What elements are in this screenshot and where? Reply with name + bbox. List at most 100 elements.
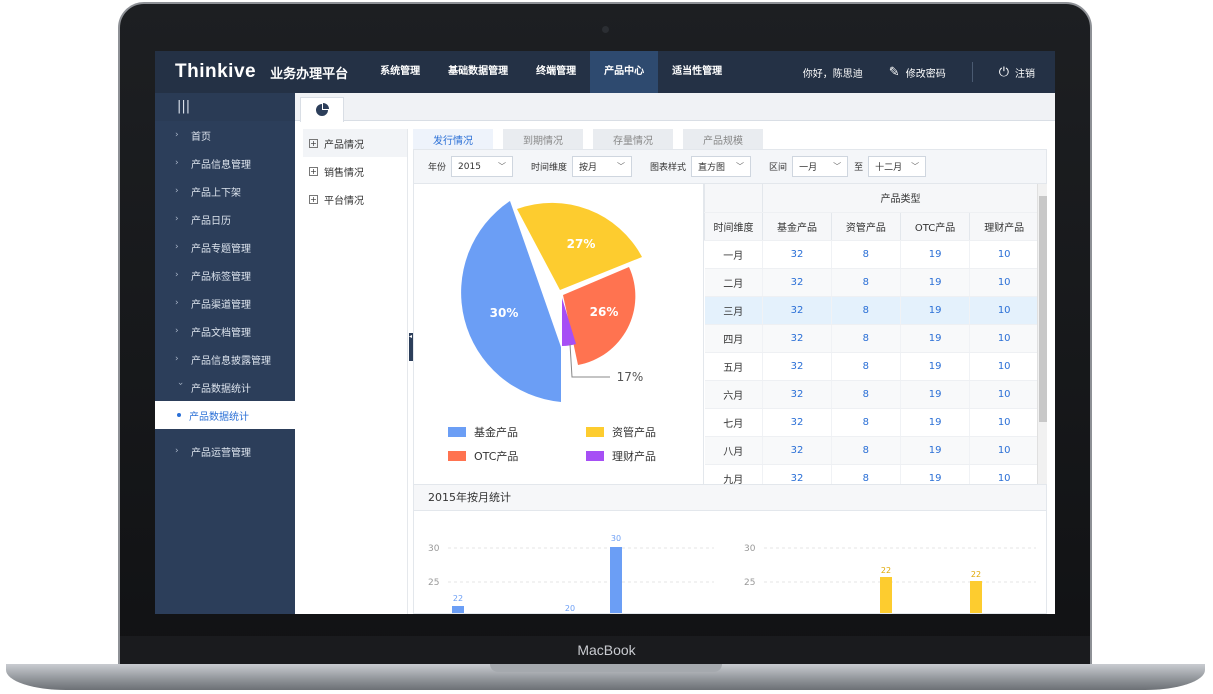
- dimension-value: 按月: [579, 163, 598, 173]
- chevron-right-icon: ›: [175, 242, 179, 252]
- table-row[interactable]: 七月 32 8 19 10: [704, 408, 1038, 437]
- nav-terminal[interactable]: 终端管理: [522, 51, 590, 93]
- logout-link[interactable]: ⏻ 注销: [999, 65, 1035, 80]
- table-cell: 19: [899, 408, 970, 437]
- year-label: 年份: [428, 163, 447, 173]
- chevron-right-icon: ›: [175, 186, 179, 196]
- table-scrollbar[interactable]: [1037, 184, 1047, 484]
- main-nav: 系统管理 基础数据管理 终端管理 产品中心 适当性管理: [366, 51, 736, 93]
- table-row[interactable]: 二月 32 8 19 10: [704, 268, 1038, 297]
- legend-item-otc[interactable]: OTC产品: [448, 448, 518, 464]
- bar[interactable]: [610, 547, 622, 614]
- table-cell: 19: [899, 464, 970, 484]
- table-cell: 8: [830, 436, 901, 465]
- pie-chart-tab[interactable]: [300, 97, 344, 122]
- table-cell: 32: [762, 380, 832, 409]
- range-to-select[interactable]: 十二月 ﹀: [868, 156, 927, 177]
- year-select[interactable]: 2015 ﹀: [451, 156, 514, 177]
- table-cell: 10: [969, 296, 1038, 325]
- sidebar-item-label: 产品标签管理: [191, 271, 251, 283]
- pie-chart: 30% 27% 26% 17%: [461, 201, 643, 402]
- nav-system[interactable]: 系统管理: [366, 51, 434, 93]
- tree-item-sales[interactable]: + 销售情况: [303, 157, 407, 185]
- y-tick: 25: [428, 578, 439, 588]
- sidebar-item-product-disclosure[interactable]: › 产品信息披露管理: [155, 345, 295, 373]
- tab-issuance[interactable]: 发行情况: [413, 129, 493, 149]
- sidebar-subitem-product-stats[interactable]: 产品数据统计: [155, 401, 295, 429]
- menu-icon[interactable]: |||: [155, 93, 295, 121]
- sidebar-item-product-info[interactable]: › 产品信息管理: [155, 149, 295, 177]
- table-cell: 8: [830, 408, 901, 437]
- chart-style-select[interactable]: 直方图 ﹀: [691, 156, 752, 177]
- table-cell: 19: [899, 268, 970, 297]
- bar[interactable]: [880, 577, 892, 614]
- sidebar-item-product-channel[interactable]: › 产品渠道管理: [155, 289, 295, 317]
- tree-item-platform[interactable]: + 平台情况: [303, 185, 407, 213]
- sidebar-item-home[interactable]: › 首页: [155, 121, 295, 149]
- laptop-notch: [490, 664, 722, 672]
- table-cell: 8: [830, 464, 901, 484]
- legend-item-fund[interactable]: 基金产品: [448, 424, 518, 440]
- month-cell: 二月: [704, 268, 763, 297]
- bar[interactable]: [970, 581, 982, 614]
- column-header: OTC产品: [899, 212, 970, 241]
- table-row[interactable]: 九月 32 8 19 10: [704, 464, 1038, 484]
- sidebar-item-product-ops[interactable]: › 产品运营管理: [155, 437, 295, 465]
- sidebar-item-product-topic[interactable]: › 产品专题管理: [155, 233, 295, 261]
- month-cell: 六月: [704, 380, 763, 409]
- table-cell: 10: [969, 380, 1038, 409]
- bar[interactable]: [452, 606, 464, 614]
- legend-item-asset-mgmt[interactable]: 资管产品: [586, 424, 656, 440]
- change-password-link[interactable]: ✎ 修改密码: [889, 65, 946, 80]
- sidebar-item-label: 产品文档管理: [191, 327, 251, 339]
- divider: [971, 62, 973, 82]
- stats-table-wrap: 产品类型 时间维度 基金产品 资管产品 OTC产品 理财产品 一月 32 8 19 10…: [703, 184, 1047, 484]
- sidebar-item-label: 产品信息管理: [191, 159, 251, 171]
- tree-item-product[interactable]: + 产品情况: [303, 129, 407, 157]
- monthly-title: 2015年按月统计: [414, 485, 1046, 511]
- chart-style-value: 直方图: [698, 163, 726, 173]
- table-row[interactable]: 六月 32 8 19 10: [704, 380, 1038, 409]
- range-from-select[interactable]: 一月 ﹀: [792, 156, 849, 177]
- table-cell: 19: [899, 352, 970, 381]
- sidebar-item-product-docs[interactable]: › 产品文档管理: [155, 317, 295, 345]
- sidebar-item-product-stats[interactable]: › 产品数据统计: [155, 373, 295, 401]
- month-cell: 一月: [704, 240, 763, 269]
- filter-bar: 年份 2015 ﹀ 时间维度 按月 ﹀ 图表样式 直方图 ﹀ 区间 一月 ﹀ 至 十二月…: [413, 149, 1047, 184]
- nav-suitability[interactable]: 适当性管理: [658, 51, 736, 93]
- table-row[interactable]: 五月 32 8 19 10: [704, 352, 1038, 381]
- column-header: 基金产品: [762, 212, 832, 241]
- chart-style-label: 图表样式: [650, 163, 687, 173]
- dimension-select[interactable]: 按月 ﹀: [572, 156, 633, 177]
- table-row[interactable]: 四月 32 8 19 10: [704, 324, 1038, 353]
- table-cell: 19: [899, 324, 970, 353]
- sidebar-item-product-tags[interactable]: › 产品标签管理: [155, 261, 295, 289]
- month-cell: 三月: [704, 296, 763, 325]
- main-panel: + 产品情况 + 销售情况 + 平台情况 ◂ 发行情况 到期情况 存量情况 产品规模 …: [295, 93, 1055, 614]
- tab-stock[interactable]: 存量情况: [593, 129, 673, 149]
- chevron-right-icon: ›: [175, 130, 179, 140]
- sidebar-item-product-calendar[interactable]: › 产品日历: [155, 205, 295, 233]
- nav-product-center[interactable]: 产品中心: [590, 51, 659, 93]
- table-row[interactable]: 一月 32 8 19 10: [704, 240, 1038, 269]
- legend-swatch: [448, 451, 466, 461]
- table-cell: 10: [969, 464, 1038, 484]
- nav-base-data[interactable]: 基础数据管理: [434, 51, 522, 93]
- table-row[interactable]: 八月 32 8 19 10: [704, 436, 1038, 465]
- chevron-right-icon: ›: [175, 354, 179, 364]
- pie-chart-area: 30% 27% 26% 17% 基金产品 资管产品 OTC产品 理财产品: [413, 184, 703, 484]
- tab-scale[interactable]: 产品规模: [683, 129, 763, 149]
- legend-swatch: [586, 451, 604, 461]
- chevron-right-icon: ›: [175, 158, 179, 168]
- table-cell: 10: [969, 436, 1038, 465]
- tab-maturity[interactable]: 到期情况: [503, 129, 583, 149]
- legend-item-wealth[interactable]: 理财产品: [586, 448, 656, 464]
- scrollbar-thumb[interactable]: [1039, 196, 1047, 422]
- table-row[interactable]: 三月 32 8 19 10: [704, 296, 1038, 325]
- sidebar-item-label: 产品渠道管理: [191, 299, 251, 311]
- chevron-right-icon: ›: [175, 270, 179, 280]
- sidebar-item-product-shelf[interactable]: › 产品上下架: [155, 177, 295, 205]
- legend-label: 基金产品: [474, 426, 518, 439]
- table-cell: 32: [762, 464, 832, 484]
- expand-icon: +: [309, 138, 318, 148]
